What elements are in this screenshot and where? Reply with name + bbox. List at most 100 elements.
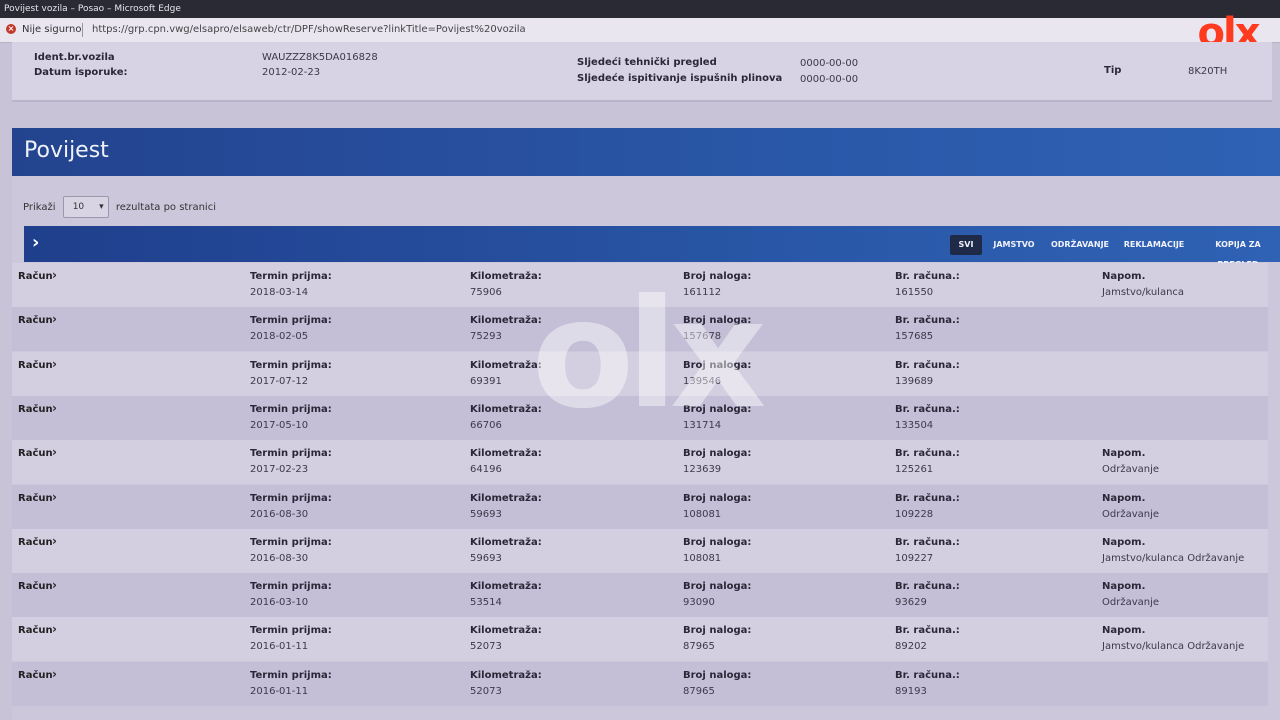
km-label: Kilometraža:	[470, 581, 542, 593]
filter-kopija-za-pregled[interactable]: KOPIJA ZA PREGLED	[1196, 235, 1280, 269]
termin-label: Termin prijma:	[250, 359, 332, 371]
note-value: Održavanje	[1102, 597, 1160, 609]
chevron-right-icon[interactable]: ›	[52, 401, 57, 415]
invoice-link[interactable]: Račun	[18, 271, 53, 282]
invoice-no-value: 139689	[895, 375, 934, 387]
table-row: Račun › Termin prijma: 2017-05-10 Kilometra…	[12, 395, 1268, 440]
filter-jamstvo[interactable]: JAMSTVO	[988, 235, 1040, 255]
termin-label: Termin prijma:	[250, 536, 332, 548]
km-value: 59693	[470, 552, 502, 564]
km-value: 66706	[470, 419, 502, 431]
history-header: Povijest	[12, 128, 1280, 176]
invoice-no-value: 157685	[895, 331, 934, 343]
invoice-link[interactable]: Račun	[18, 493, 53, 504]
note-value: Jamstvo/kulanca Održavanje	[1102, 641, 1245, 653]
chevron-right-icon[interactable]: ›	[52, 578, 57, 592]
termin-value: 2016-01-11	[250, 685, 309, 697]
show-label: Prikaži	[23, 202, 56, 213]
note-value: Jamstvo/kulanca Održavanje	[1102, 552, 1245, 564]
termin-label: Termin prijma:	[250, 403, 332, 415]
termin-label: Termin prijma:	[250, 625, 332, 637]
chevron-right-icon[interactable]: ›	[52, 667, 57, 681]
page-size-select[interactable]: 10 ▾	[62, 196, 109, 218]
invoice-no-label: Br. računa.:	[895, 536, 960, 548]
table-row: Račun › Termin prijma: 2016-08-30 Kilometra…	[12, 528, 1268, 573]
invoice-no-value: 109227	[895, 552, 934, 564]
chevron-right-icon[interactable]: ›	[52, 534, 57, 548]
table-row: Račun › Termin prijma: 2016-08-30 Kilometra…	[12, 484, 1268, 529]
order-label: Broj naloga:	[683, 625, 752, 637]
type-value: 8K20TH	[1188, 66, 1228, 77]
address-bar[interactable]: × Nije sigurno https://grp.cpn.vwg/elsap…	[0, 18, 1280, 43]
window-title: Povijest vozila – Posao – Microsoft Edge	[4, 4, 181, 14]
termin-label: Termin prijma:	[250, 492, 332, 504]
chevron-right-icon[interactable]: ›	[52, 445, 57, 459]
invoice-link[interactable]: Račun	[18, 315, 53, 326]
km-value: 53514	[470, 597, 502, 609]
chevron-down-icon: ▾	[99, 202, 104, 212]
chevron-right-icon[interactable]: ›	[32, 232, 39, 253]
order-value: 108081	[683, 508, 722, 520]
order-label: Broj naloga:	[683, 403, 752, 415]
history-title: Povijest	[24, 138, 109, 163]
security-label[interactable]: Nije sigurno	[22, 18, 81, 42]
invoice-link[interactable]: Račun	[18, 448, 53, 459]
order-value: 131714	[683, 419, 722, 431]
filter-odrzavanje[interactable]: ODRŽAVANJE	[1048, 235, 1112, 255]
chevron-right-icon[interactable]: ›	[52, 357, 57, 371]
termin-value: 2018-02-05	[250, 331, 309, 343]
invoice-link[interactable]: Račun	[18, 404, 53, 415]
url-text[interactable]: https://grp.cpn.vwg/elsapro/elsaweb/ctr/…	[92, 18, 526, 42]
km-label: Kilometraža:	[470, 492, 542, 504]
chevron-right-icon[interactable]: ›	[52, 622, 57, 636]
note-label: Napom.	[1102, 536, 1146, 548]
filter-reklamacije[interactable]: REKLAMACIJE	[1120, 235, 1188, 255]
order-value: 87965	[683, 641, 715, 653]
termin-label: Termin prijma:	[250, 315, 332, 327]
order-label: Broj naloga:	[683, 536, 752, 548]
filter-svi[interactable]: SVI	[950, 235, 982, 255]
km-label: Kilometraža:	[470, 315, 542, 327]
not-secure-icon[interactable]: ×	[6, 24, 16, 34]
order-label: Broj naloga:	[683, 359, 752, 371]
order-label: Broj naloga:	[683, 581, 752, 593]
termin-value: 2017-02-23	[250, 464, 309, 476]
termin-value: 2016-01-11	[250, 641, 309, 653]
km-value: 52073	[470, 685, 502, 697]
chevron-right-icon[interactable]: ›	[52, 268, 57, 282]
chevron-right-icon[interactable]: ›	[52, 490, 57, 504]
km-label: Kilometraža:	[470, 625, 542, 637]
note-label: Napom.	[1102, 581, 1146, 593]
invoice-no-value: 89202	[895, 641, 927, 653]
invoice-link[interactable]: Račun	[18, 581, 53, 592]
order-value: 123639	[683, 464, 722, 476]
order-value: 157678	[683, 331, 722, 343]
emission-value: 0000-00-00	[800, 74, 859, 85]
km-label: Kilometraža:	[470, 271, 542, 282]
km-label: Kilometraža:	[470, 359, 542, 371]
termin-value: 2016-08-30	[250, 508, 309, 520]
delivery-label: Datum isporuke:	[34, 67, 128, 78]
invoice-link[interactable]: Račun	[18, 670, 53, 681]
filter-bar: › SVI JAMSTVO ODRŽAVANJE REKLAMACIJE KOP…	[24, 226, 1280, 269]
table-row: Račun › Termin prijma: 2018-02-05 Kilometra…	[12, 307, 1268, 352]
invoice-no-label: Br. računa.:	[895, 448, 960, 460]
invoice-link[interactable]: Račun	[18, 537, 53, 548]
termin-value: 2016-03-10	[250, 597, 309, 609]
table-row: Račun › Termin prijma: 2016-01-11 Kilometra…	[12, 617, 1268, 662]
invoice-no-label: Br. računa.:	[895, 492, 960, 504]
vin-value: WAUZZZ8K5DA016828	[262, 52, 378, 63]
table-row: Račun › Termin prijma: 2017-07-12 Kilometra…	[12, 351, 1268, 396]
invoice-no-value: 109228	[895, 508, 934, 520]
per-page-label: rezultata po stranici	[115, 202, 216, 213]
termin-value: 2016-08-30	[250, 552, 309, 564]
termin-value: 2017-07-12	[250, 375, 309, 387]
table-row: Račun › Termin prijma: 2016-01-11 Kilometra…	[12, 661, 1268, 706]
chevron-right-icon[interactable]: ›	[52, 312, 57, 326]
invoice-link[interactable]: Račun	[18, 625, 53, 636]
page-size-value: 10	[72, 202, 85, 212]
km-value: 52073	[470, 641, 502, 653]
invoice-link[interactable]: Račun	[18, 360, 53, 371]
note-value: Održavanje	[1102, 464, 1160, 476]
page-size-control: Prikaži 10 ▾ rezultata po stranici	[23, 196, 216, 218]
